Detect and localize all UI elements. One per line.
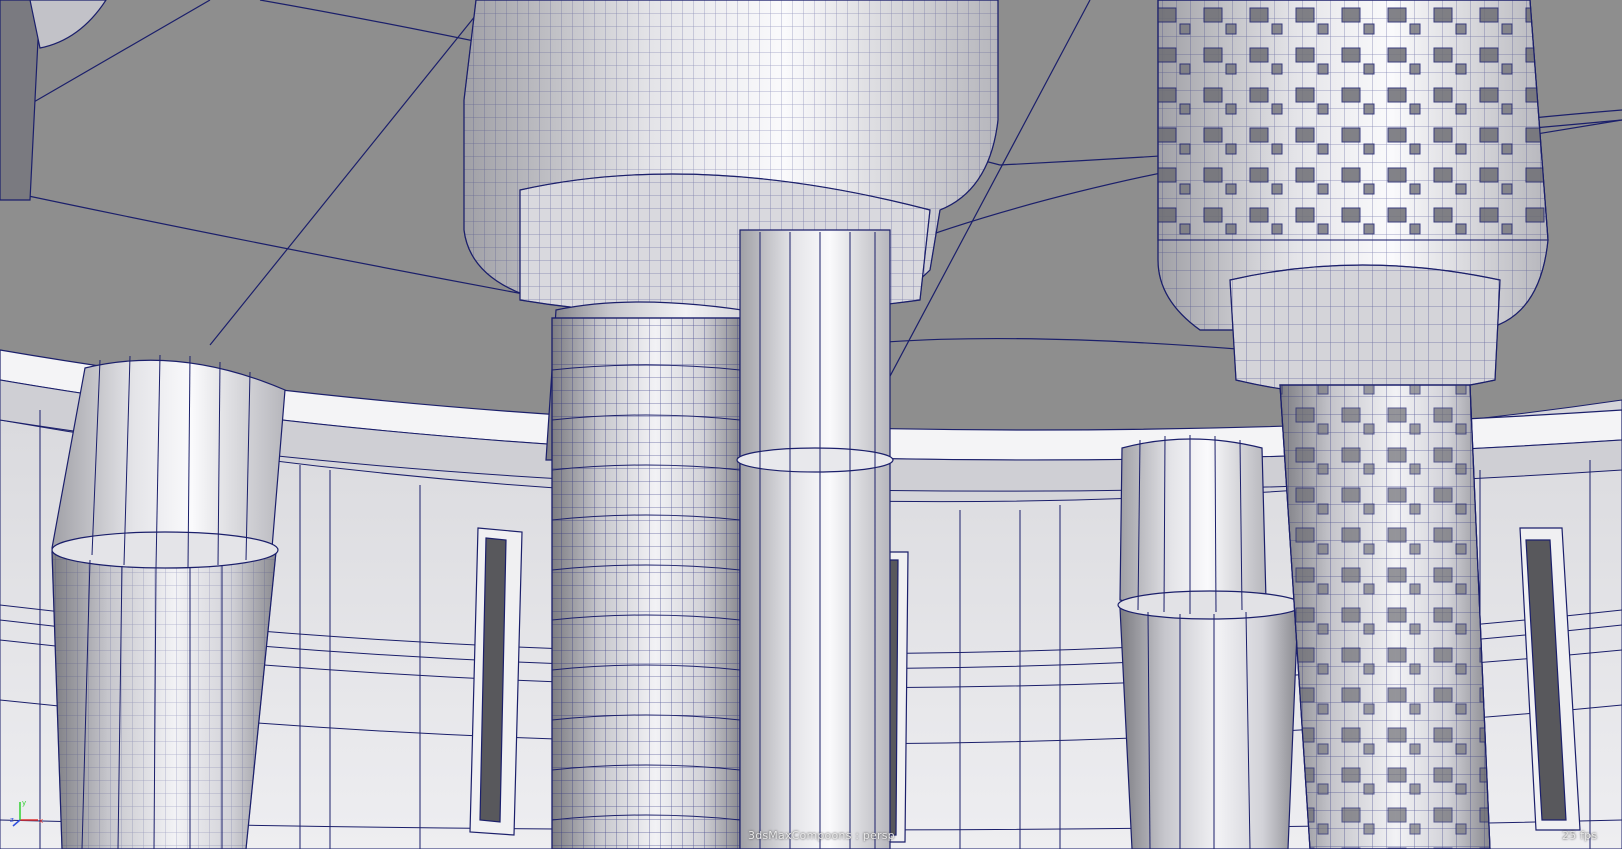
fps-readout: 25 fps bbox=[1562, 829, 1598, 842]
axis-y-label: y bbox=[22, 799, 26, 807]
axis-gizmo: x y z bbox=[10, 799, 43, 827]
axis-z-line bbox=[12, 819, 21, 827]
camera-label: 3dsMaxCompoons : persp bbox=[748, 829, 895, 842]
axis-z-label: z bbox=[10, 816, 14, 824]
axis-x-label: x bbox=[39, 817, 43, 825]
scene-render[interactable] bbox=[0, 0, 1622, 849]
left-short-column bbox=[51, 354, 286, 849]
3d-viewport[interactable]: x y z 3dsMaxCompoons : persp 25 fps bbox=[0, 0, 1622, 849]
